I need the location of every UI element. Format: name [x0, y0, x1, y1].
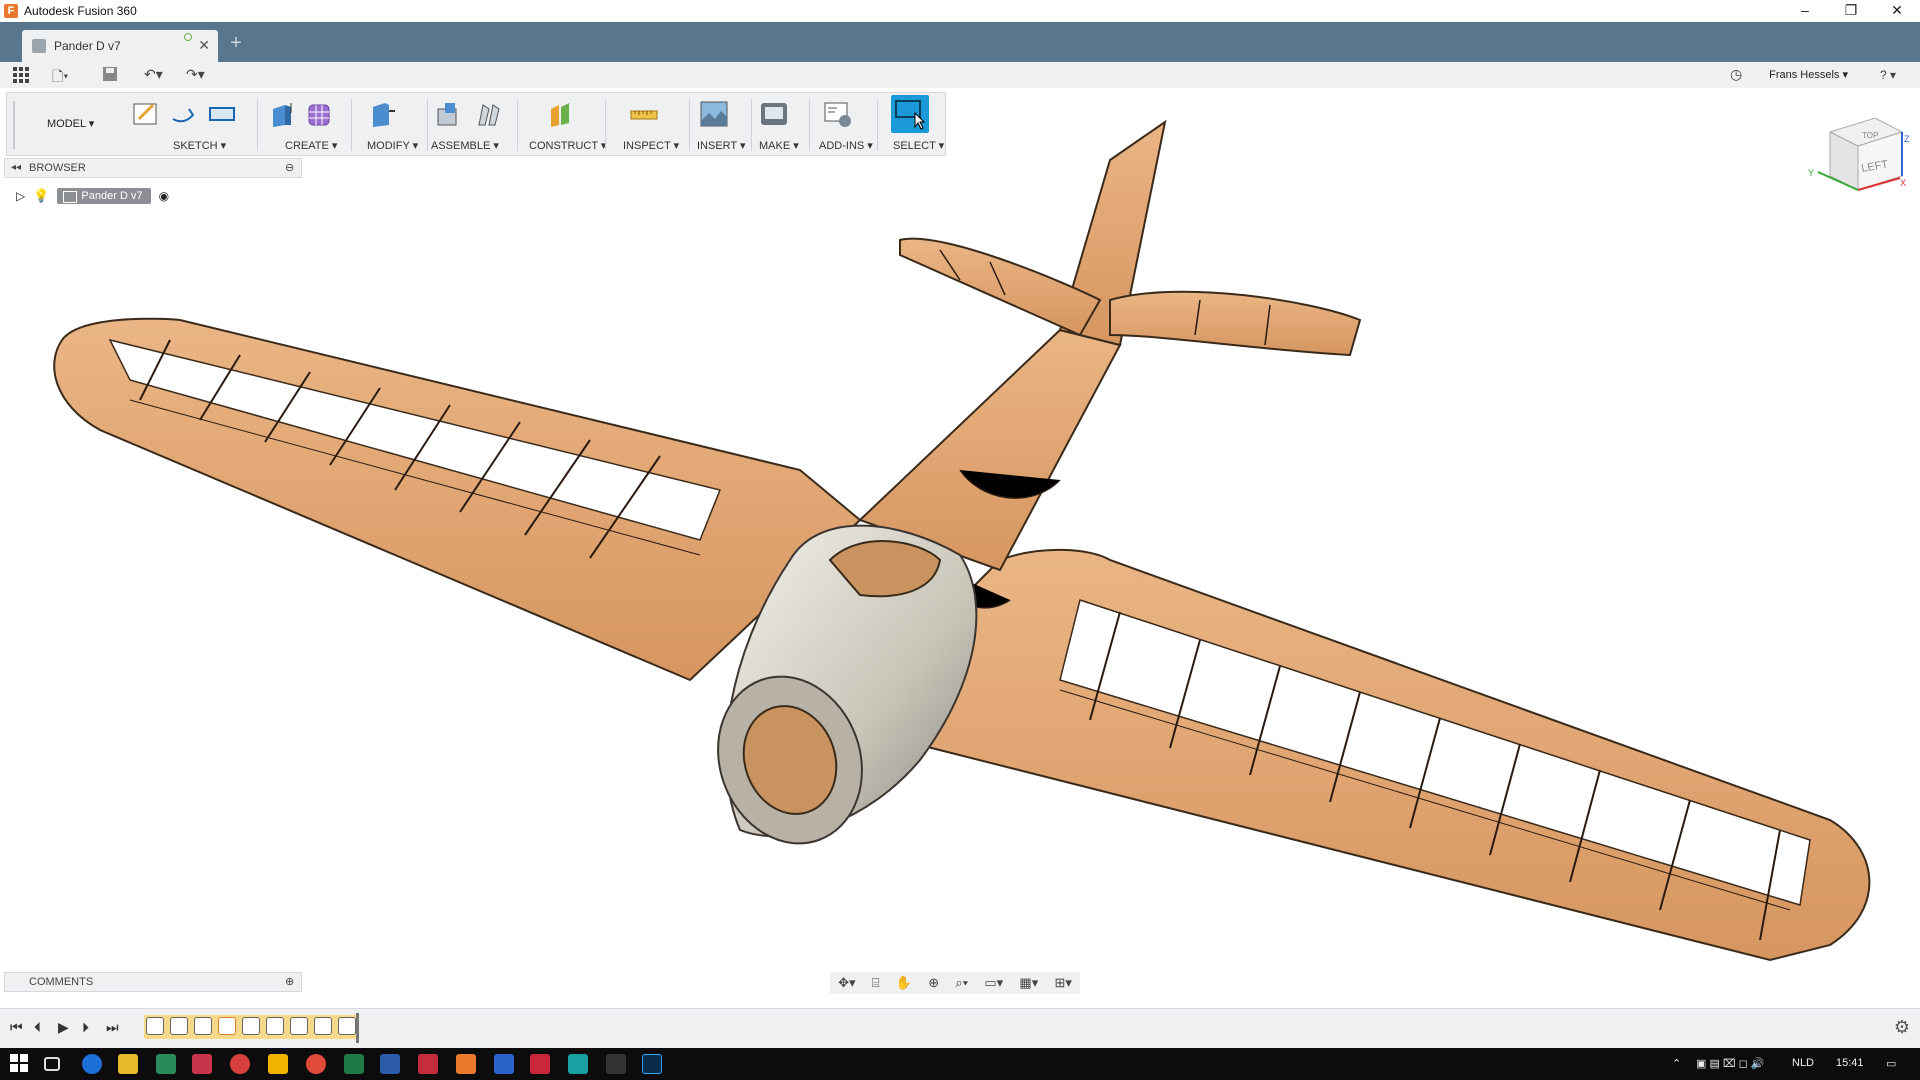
file-explorer-icon[interactable]: [118, 1054, 138, 1074]
orbit-icon[interactable]: ✥▾: [838, 975, 855, 991]
excel-icon[interactable]: [344, 1054, 364, 1074]
timeline-feature-item[interactable]: [290, 1017, 308, 1035]
timeline-feature-item[interactable]: [170, 1017, 188, 1035]
task-view-icon[interactable]: [44, 1057, 60, 1071]
timeline-feature-item[interactable]: [314, 1017, 332, 1035]
document-tab-label: Pander D v7: [54, 39, 121, 53]
timeline-marker[interactable]: [356, 1013, 359, 1043]
app-icon-dark[interactable]: [606, 1054, 626, 1074]
tray-icons[interactable]: ▣ ▤ ⌧ ◻ 🔊: [1696, 1057, 1765, 1070]
pan-hand-icon[interactable]: ✋: [896, 975, 912, 991]
document-cube-icon: [32, 39, 46, 53]
window-title: Autodesk Fusion 360: [24, 4, 137, 18]
timeline-feature-item[interactable]: [338, 1017, 356, 1035]
step-back-icon[interactable]: ⏴: [34, 1019, 41, 1036]
help-menu-icon[interactable]: ? ▾: [1880, 68, 1896, 86]
chrome-icon[interactable]: [306, 1054, 326, 1074]
new-tab-button[interactable]: +: [224, 32, 248, 56]
undo-icon[interactable]: ↶▾: [144, 66, 163, 84]
go-to-end-icon[interactable]: ⏭: [106, 1019, 119, 1036]
language-indicator[interactable]: NLD: [1792, 1057, 1814, 1069]
fusion-taskbar-icon[interactable]: [456, 1054, 476, 1074]
axis-y-label: Y: [1808, 168, 1814, 178]
timeline-feature-item[interactable]: [194, 1017, 212, 1035]
display-settings-icon[interactable]: ▭▾: [984, 975, 1003, 991]
app-icon-yellow[interactable]: [268, 1054, 288, 1074]
save-icon[interactable]: [102, 66, 118, 84]
tray-overflow-icon[interactable]: ⌃: [1672, 1057, 1681, 1070]
timeline-feature-item[interactable]: [266, 1017, 284, 1035]
photoshop-icon[interactable]: [642, 1054, 662, 1074]
document-tab[interactable]: Pander D v7 ✕: [22, 30, 218, 62]
app-icon-3[interactable]: [568, 1054, 588, 1074]
quick-access-bar: 🗋▾ ↶▾ ↷▾ ◷ Frans Hessels ▾ ? ▾: [0, 62, 1920, 88]
window-title-bar: F Autodesk Fusion 360 – ❐ ✕: [0, 0, 1920, 22]
user-account-menu[interactable]: Frans Hessels ▾: [1769, 68, 1848, 81]
app-icon-r[interactable]: [494, 1054, 514, 1074]
redo-icon[interactable]: ↷▾: [186, 66, 205, 84]
app-icon-circle[interactable]: [230, 1054, 250, 1074]
timeline-feature-item[interactable]: [218, 1017, 236, 1035]
app-icon-red[interactable]: [192, 1054, 212, 1074]
axis-z-label: Z: [1904, 134, 1910, 144]
document-tab-bar: Pander D v7 ✕ +: [0, 22, 1920, 62]
right-wing[interactable]: [878, 548, 1871, 962]
viewports-icon[interactable]: ⊞▾: [1054, 975, 1071, 991]
fuselage[interactable]: [858, 119, 1362, 609]
app-icon-green[interactable]: [156, 1054, 176, 1074]
app-icon-acrobat[interactable]: [418, 1054, 438, 1074]
timeline-sketch-item[interactable]: [146, 1017, 164, 1035]
timeline-feature-item[interactable]: [242, 1017, 260, 1035]
close-tab-icon[interactable]: ✕: [198, 37, 210, 54]
look-at-icon[interactable]: ⌸: [872, 975, 880, 991]
sync-status-icon: [184, 33, 192, 41]
navigation-bar: ✥▾ ⌸ ✋ ⊕ ⌕▾ ▭▾ ▦▾ ⊞▾: [830, 972, 1080, 994]
add-comment-icon[interactable]: ⊕: [285, 975, 294, 988]
viewcube-top-label: TOP: [1862, 131, 1878, 140]
app-icon-a[interactable]: [530, 1054, 550, 1074]
clock[interactable]: 15:41: [1836, 1057, 1864, 1069]
job-status-clock-icon[interactable]: ◷: [1730, 66, 1742, 84]
left-wing[interactable]: [53, 317, 862, 682]
fusion-app-icon: F: [4, 4, 18, 18]
go-to-start-icon[interactable]: ⏮: [10, 1019, 23, 1036]
zoom-icon[interactable]: ⊕: [928, 975, 939, 991]
restore-icon[interactable]: ❐: [1828, 0, 1874, 22]
timeline-settings-gear-icon[interactable]: ⚙: [1894, 1017, 1910, 1038]
start-windows-icon[interactable]: [10, 1054, 30, 1074]
fit-icon[interactable]: ⌕▾: [955, 975, 968, 991]
windows-taskbar: ⌃ ▣ ▤ ⌧ ◻ 🔊 NLD 15:41 ▭: [0, 1048, 1920, 1080]
data-panel-grid-icon[interactable]: [12, 66, 30, 84]
timeline: ⏮ ⏴ ▶ ⏵ ⏭ ⚙: [0, 1008, 1920, 1048]
file-menu-icon[interactable]: 🗋▾: [52, 66, 68, 84]
edge-browser-icon[interactable]: [82, 1054, 102, 1074]
3d-viewport[interactable]: LEFT TOP Z X Y: [0, 92, 1920, 972]
action-center-icon[interactable]: ▭: [1886, 1057, 1896, 1070]
grid-settings-icon[interactable]: ▦▾: [1019, 975, 1038, 991]
word-icon[interactable]: [380, 1054, 400, 1074]
play-icon[interactable]: ▶: [58, 1019, 69, 1036]
close-window-icon[interactable]: ✕: [1874, 0, 1920, 22]
axis-x-label: X: [1900, 178, 1906, 188]
comments-title: COMMENTS: [29, 976, 94, 988]
minimize-icon[interactable]: –: [1782, 0, 1828, 22]
viewcube[interactable]: LEFT TOP Z X Y: [1808, 117, 1910, 191]
step-forward-icon[interactable]: ⏵: [82, 1019, 89, 1036]
comments-panel[interactable]: COMMENTS ⊕: [4, 972, 302, 992]
